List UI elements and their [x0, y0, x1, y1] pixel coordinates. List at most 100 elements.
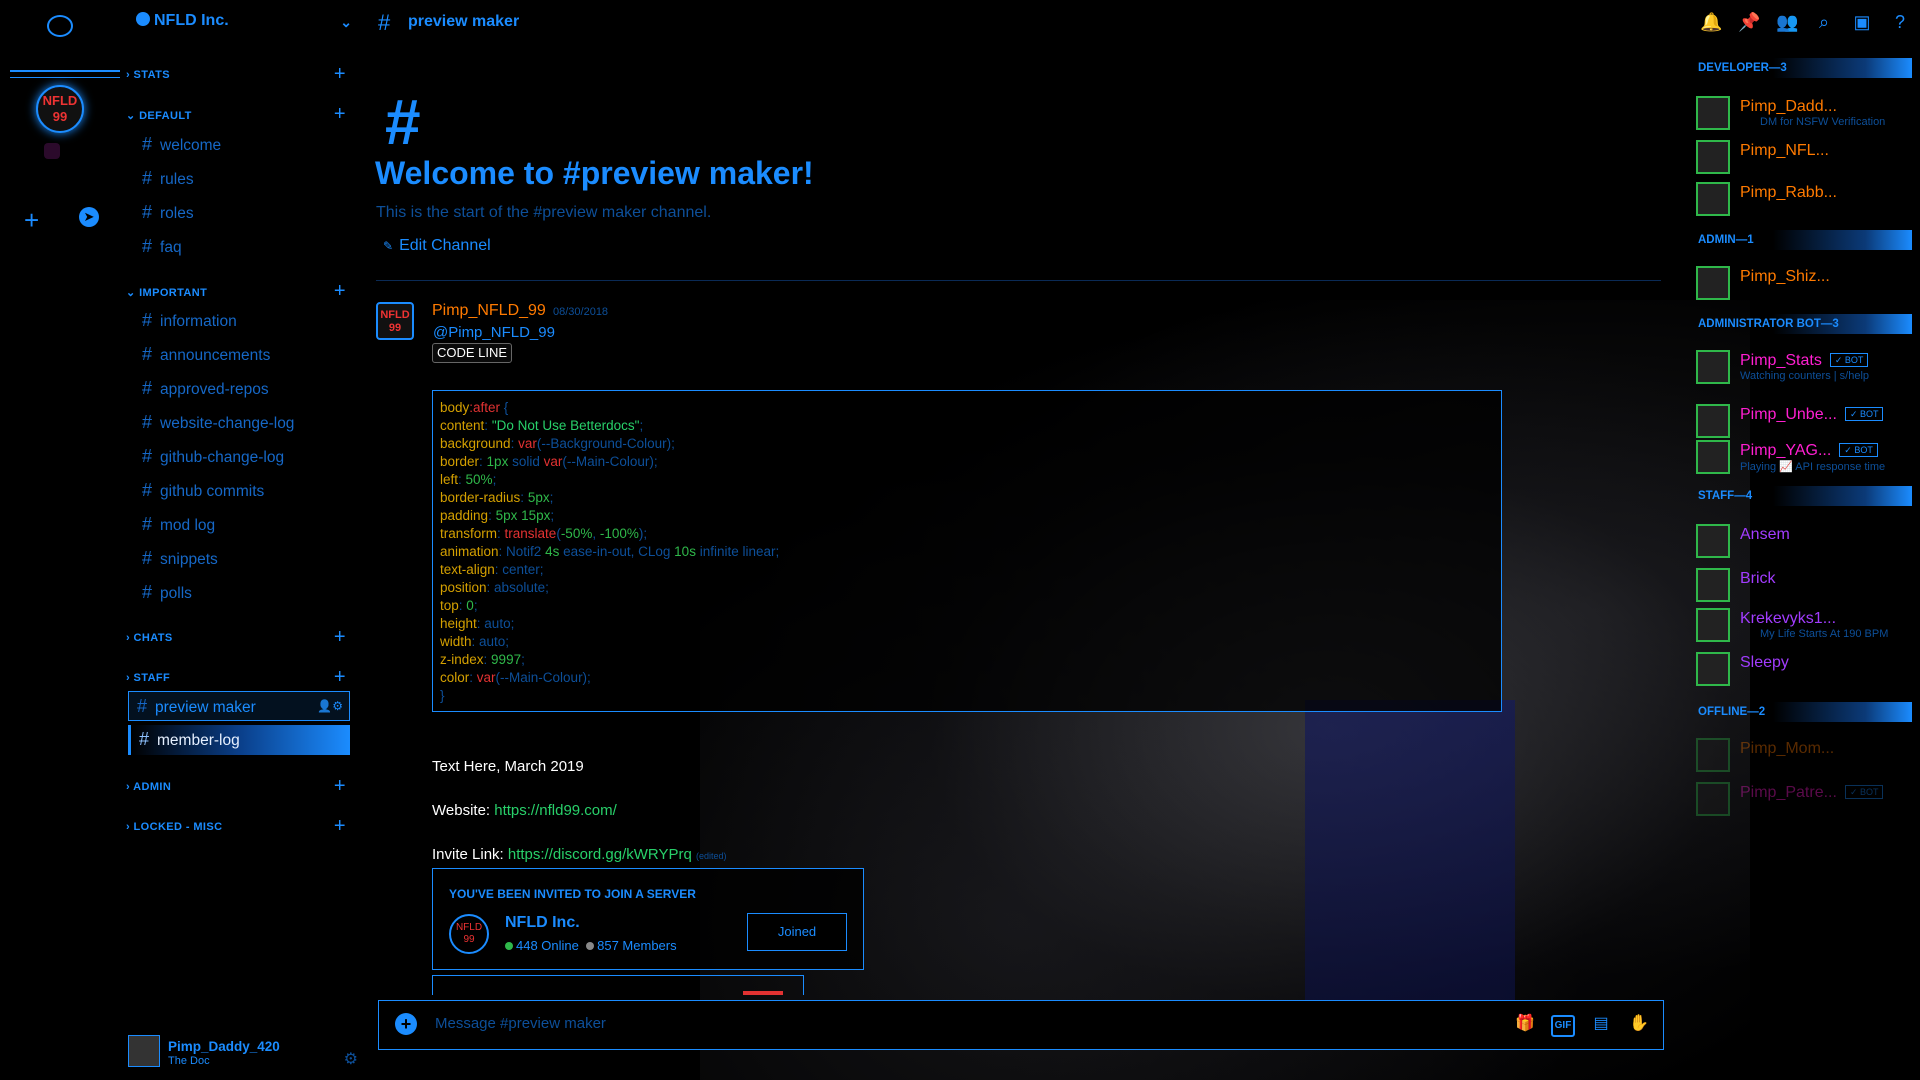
channel-snippets[interactable]: # snippets: [134, 544, 356, 572]
code-line: position: absolute;: [440, 579, 1494, 597]
add-channel-icon[interactable]: +: [334, 666, 346, 689]
category-important[interactable]: ⌄ IMPORTANT +: [126, 280, 356, 302]
channel-preview-maker[interactable]: # preview maker 👤⚙: [128, 691, 350, 721]
channel-settings-icon[interactable]: 👤⚙: [317, 692, 343, 720]
channel-member-log[interactable]: # member-log: [128, 725, 350, 755]
add-attachment-icon[interactable]: +: [395, 1013, 417, 1035]
pin-icon[interactable]: 📌: [1738, 12, 1760, 32]
gift-icon[interactable]: 🎁: [1513, 1013, 1537, 1035]
code-token: :: [483, 652, 492, 667]
member-item[interactable]: Pimp_Stats ✓ BOT Watching counters | s/hel…: [1696, 348, 1906, 384]
member-item[interactable]: Ansem: [1696, 522, 1906, 558]
rail-separator: [10, 70, 120, 78]
category-locked-misc[interactable]: › LOCKED - MISC +: [126, 815, 356, 837]
inbox-icon[interactable]: ▣: [1852, 12, 1872, 32]
code-token: :: [520, 490, 528, 505]
channel-roles[interactable]: # roles: [134, 198, 356, 226]
code-token: : center;: [494, 562, 544, 577]
avatar: [1696, 182, 1730, 216]
channel-polls[interactable]: # polls: [134, 578, 356, 606]
category-admin[interactable]: › ADMIN +: [126, 775, 356, 797]
gif-icon[interactable]: GIF: [1551, 1015, 1575, 1037]
category-staff[interactable]: › STAFF +: [126, 666, 356, 688]
member-name: Pimp_YAG... ✓ BOT: [1740, 442, 1878, 460]
channel-welcome[interactable]: # welcome: [134, 130, 356, 158]
code-token: var: [518, 436, 537, 451]
member-item[interactable]: Brick: [1696, 566, 1906, 602]
search-icon[interactable]: ⌕: [1814, 12, 1834, 32]
channel-announcements[interactable]: # announcements: [134, 340, 356, 368]
code-token: 1px: [486, 454, 509, 469]
member-item[interactable]: Pimp_YAG... ✓ BOT Playing 📈 API response t…: [1696, 438, 1906, 474]
members-icon[interactable]: 👥: [1776, 12, 1798, 32]
user-name: Pimp_Daddy_420: [168, 1039, 280, 1054]
bot-badge: ✓ BOT: [1829, 353, 1869, 367]
welcome-subtitle: This is the start of the #preview maker …: [376, 204, 712, 221]
channel-approved-repos[interactable]: # approved-repos: [134, 374, 356, 402]
sticker-icon[interactable]: ▤: [1589, 1013, 1613, 1035]
avatar: [1696, 568, 1730, 602]
channel-information[interactable]: # information: [134, 306, 356, 334]
bell-icon[interactable]: 🔔: [1700, 12, 1722, 32]
joined-button[interactable]: Joined: [747, 913, 847, 951]
add-channel-icon[interactable]: +: [334, 103, 346, 126]
add-channel-icon[interactable]: +: [334, 775, 346, 798]
member-item[interactable]: Pimp_Dadd... DM for NSFW Verification: [1696, 94, 1906, 130]
direct-messages-icon[interactable]: [47, 15, 73, 37]
server-icon[interactable]: NFLD 99: [36, 85, 84, 133]
category-default[interactable]: ⌄ DEFAULT +: [126, 103, 356, 125]
message-website: Website: https://nfld99.com/: [432, 802, 617, 819]
member-item[interactable]: Pimp_Patre... ✓ BOT: [1696, 780, 1906, 816]
member-name: Krekevyks1...: [1740, 610, 1837, 627]
channel-label: github-change-log: [160, 449, 285, 466]
code-token: 9997: [491, 652, 522, 667]
gear-icon[interactable]: ⚙: [344, 1049, 358, 1069]
invite-link[interactable]: https://discord.gg/kWRYPrq: [508, 846, 692, 863]
add-server-icon[interactable]: +: [24, 205, 39, 236]
user-mention[interactable]: @Pimp_NFLD_99: [433, 324, 555, 341]
chevron-down-icon[interactable]: ⌄: [340, 14, 352, 31]
member-item[interactable]: Pimp_Mom...: [1696, 736, 1906, 772]
member-group-header: DEVELOPER—3: [1680, 58, 1912, 78]
channel-github-change-log[interactable]: # github-change-log: [134, 442, 356, 470]
bot-badge: ✓ BOT: [1839, 443, 1878, 457]
channel-website-change-log[interactable]: # website-change-log: [134, 408, 356, 436]
member-item[interactable]: Pimp_Shiz...: [1696, 264, 1906, 300]
member-name: Pimp_Dadd...: [1740, 98, 1837, 115]
code-token: : absolute;: [486, 580, 549, 595]
category-stats[interactable]: › STATS +: [126, 63, 356, 85]
message-input[interactable]: Message #preview maker: [435, 1015, 606, 1032]
avatar[interactable]: [128, 1035, 160, 1067]
code-token: ;: [473, 598, 478, 613]
edit-channel-link[interactable]: ✎ Edit Channel: [383, 237, 491, 255]
server-icon-secondary[interactable]: [44, 143, 60, 159]
server-header[interactable]: NFLD Inc. ⌄: [136, 12, 356, 36]
hash-icon: #: [378, 10, 391, 35]
add-channel-icon[interactable]: +: [334, 815, 346, 838]
code-token: 5px: [527, 490, 550, 505]
add-channel-icon[interactable]: +: [334, 626, 346, 649]
member-item[interactable]: Sleepy: [1696, 650, 1906, 686]
member-name: Pimp_NFL...: [1740, 142, 1829, 159]
channel-label: faq: [160, 239, 182, 256]
help-icon[interactable]: ?: [1890, 12, 1910, 32]
code-line: content: "Do Not Use Betterdocs";: [440, 417, 1494, 435]
channel-github-commits[interactable]: # github commits: [134, 476, 356, 504]
explore-compass-icon[interactable]: ➤: [79, 207, 99, 227]
member-item[interactable]: Krekevyks1... My Life Starts At 190 BPM: [1696, 606, 1906, 642]
hash-icon: #: [142, 514, 153, 534]
website-link[interactable]: https://nfld99.com/: [494, 802, 617, 819]
channel-faq[interactable]: # faq: [134, 232, 356, 260]
add-channel-icon[interactable]: +: [334, 280, 346, 303]
add-channel-icon[interactable]: +: [334, 63, 346, 86]
message-author[interactable]: Pimp_NFLD_99: [432, 302, 546, 320]
channel-rules[interactable]: # rules: [134, 164, 356, 192]
member-item[interactable]: Pimp_Unbe... ✓ BOT: [1696, 402, 1906, 438]
channel-mod-log[interactable]: # mod log: [134, 510, 356, 538]
code-token: : Notif2: [498, 544, 546, 559]
emoji-icon[interactable]: ✋: [1627, 1013, 1651, 1035]
member-item[interactable]: Pimp_Rabb...: [1696, 180, 1906, 216]
avatar[interactable]: NFLD 99: [376, 302, 414, 340]
category-chats[interactable]: › CHATS +: [126, 626, 356, 648]
member-item[interactable]: Pimp_NFL...: [1696, 138, 1906, 174]
